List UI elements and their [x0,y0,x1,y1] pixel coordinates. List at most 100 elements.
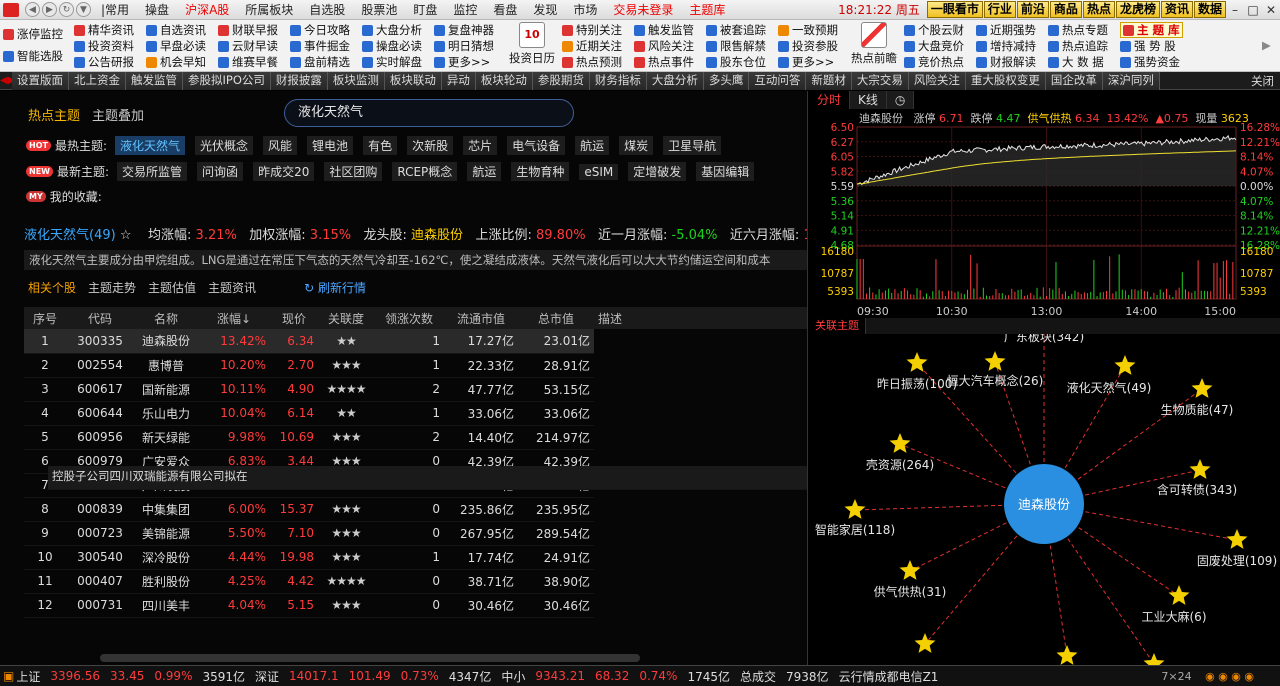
toolbar-item[interactable]: 近期强势 [976,22,1036,38]
top-button-overview[interactable]: 一眼看市 [926,1,983,18]
close-icon[interactable]: ✕ [1262,3,1280,17]
column-header[interactable]: 流通市值 [444,307,518,329]
tab-item[interactable]: 财务指标 [589,71,647,90]
subtab-theme-trend[interactable]: 主题走势 [88,279,136,296]
server-name[interactable]: 云行情成都电信Z1 [839,668,939,685]
top-button-frontier[interactable]: 前沿 [1016,1,1049,18]
tab-intraday[interactable]: 分时 [809,91,851,109]
back-icon[interactable]: ◀ [25,2,40,17]
tab-item[interactable]: 触发监管 [126,71,183,90]
new-tag[interactable]: 问询函 [197,162,244,181]
column-header[interactable]: 领涨次数 [374,307,444,329]
refresh-quote-button[interactable]: ↻ 刷新行情 [304,279,366,296]
toolbar-item[interactable]: 被套追踪 [706,22,766,38]
toolbar-item[interactable]: 限售解禁 [706,38,766,54]
related-theme-node[interactable]: 供气供热(31) [874,584,947,599]
new-tag[interactable]: eSIM [579,163,619,180]
column-header[interactable]: 序号 [24,307,66,329]
star-icon[interactable] [899,560,921,580]
toolbar-item[interactable]: 大盘分析 [362,22,422,38]
zx-index[interactable]: 9343.21 [535,669,585,683]
sh-index[interactable]: 3396.56 [50,669,100,683]
tab-item[interactable]: 板块轮动 [475,71,533,90]
toolbar-item[interactable]: 一致预期 [778,22,838,38]
related-theme-node[interactable]: 固废处理(109) [1197,553,1277,568]
toolbar-item[interactable]: 更多>> [778,54,838,70]
tab-scroll-left-icon[interactable]: ◀▶ [0,75,15,86]
table-row[interactable]: 12 000731 四川美丰 4.04% 5.15 ★★★ 0 30.46亿 30.46亿 控股子… [24,466,807,618]
related-theme-node[interactable]: 昨日振荡(100) [877,377,957,391]
forward-icon[interactable]: ▶ [42,2,57,17]
star-icon[interactable] [1226,529,1248,549]
toolbar-item[interactable]: 操盘必读 [362,38,422,54]
star-icon[interactable] [889,433,911,453]
toolbar-item[interactable]: 机会早知 [146,54,206,70]
toolbar-item[interactable]: 个股云财 [904,22,964,38]
new-tag[interactable]: 生物育种 [511,162,570,181]
tab-item[interactable]: 板块联动 [384,71,442,90]
hot-tag[interactable]: 卫星导航 [663,136,722,155]
top-button-commodity[interactable]: 商品 [1049,1,1082,18]
related-theme-node[interactable]: 恒大汽车概念(26) [947,373,1044,388]
menu-market[interactable]: 市场 [565,0,605,20]
menu-view[interactable]: 看盘 [485,0,525,20]
tab-item[interactable]: 新题材 [806,71,852,90]
top-button-industry[interactable]: 行业 [983,1,1016,18]
menu-watchlist[interactable]: 自选股 [301,0,353,20]
toolbar-scroll-right-icon[interactable]: ▶ [1262,38,1271,52]
menu-a-shares[interactable]: 沪深A股 [177,0,237,20]
toolbar-item[interactable]: 风险关注 [634,38,694,54]
toolbar-item[interactable]: 实时解盘 [362,54,422,70]
hot-tag[interactable]: 航运 [575,136,610,155]
toolbar-item[interactable]: 热点预测 [562,54,622,70]
menu-trade[interactable]: 操盘 [137,0,177,20]
related-theme-node[interactable]: 含可转债(343) [1157,482,1237,497]
menu-common[interactable]: |常用 [93,0,137,20]
toolbar-item[interactable]: 股东仓位 [706,54,766,70]
subtab-theme-valuation[interactable]: 主题估值 [148,279,196,296]
table-row[interactable]: 2002554惠博普10.20%2.70★★★122.33亿28.91亿一流的油… [24,353,807,490]
login-status[interactable]: 交易未登录 [605,0,681,20]
tab-item[interactable]: 互动问答 [749,71,807,90]
table-row[interactable]: 10300540深冷股份4.44%19.98★★★117.74亿24.91亿公司… [24,466,807,570]
tab-item[interactable]: 重大股权变更 [965,71,1046,90]
table-row[interactable]: 5600956新天绿能9.98%10.69★★★214.40亿214.97亿公司… [24,425,807,490]
tab-item[interactable]: 设置版面 [12,71,69,90]
menu-sector[interactable]: 所属板块 [237,0,301,20]
new-tag[interactable]: 昨成交20 [253,162,315,181]
table-row[interactable]: 9000723美锦能源5.50%7.10★★★0267.95亿289.54亿焦炉… [24,466,807,546]
top-button-dragon[interactable]: 龙虎榜 [1115,1,1160,18]
hot-tag[interactable]: 锂电池 [307,136,354,155]
subtab-related-stocks[interactable]: 相关个股 [28,279,76,296]
star-icon[interactable] [906,352,928,372]
menu-monitor[interactable]: 监控 [445,0,485,20]
hot-tag[interactable]: 次新股 [407,136,454,155]
tab-item[interactable]: 异动 [441,71,476,90]
toolbar-item[interactable]: 复盘神器 [434,22,494,38]
tab-item[interactable]: 大宗交易 [851,71,909,90]
toolbar-item[interactable]: 热点事件 [634,54,694,70]
toolbar-item[interactable]: 云财早读 [218,38,278,54]
favorite-star-icon[interactable]: ☆ [120,228,132,243]
subtab-theme-news[interactable]: 主题资讯 [208,279,256,296]
related-theme-node[interactable]: 液化天然气(49) [1067,380,1152,395]
toolbar-item[interactable]: 特别关注 [562,22,622,38]
toolbar-item[interactable]: 自选资讯 [146,22,206,38]
tab-item[interactable]: 财报披露 [270,71,328,90]
toolbar-item[interactable]: 增持减持 [976,38,1036,54]
toolbar-item[interactable]: 大 数 据 [1048,54,1108,70]
status-tray-icons[interactable]: ◉ ◉ ◉ ◉ [1205,670,1254,683]
star-icon[interactable] [1114,355,1136,375]
related-theme-node[interactable]: 工业大麻(6) [1142,609,1207,624]
tab-item[interactable]: 国企改革 [1045,71,1103,90]
related-theme-node[interactable]: 智能家居(118) [815,522,895,537]
sz-index[interactable]: 14017.1 [289,669,339,683]
theme-search-input[interactable]: 液化天然气 [284,99,574,127]
minimize-icon[interactable]: – [1226,3,1244,17]
top-button-news[interactable]: 资讯 [1160,1,1193,18]
star-icon[interactable] [1189,459,1211,479]
tab-item[interactable]: 参股拟IPO公司 [183,71,271,90]
tab-item[interactable]: 大盘分析 [646,71,704,90]
toolbar-item[interactable]: 今日攻略 [290,22,350,38]
table-row[interactable]: 4600644乐山电力10.04%6.14★★133.06亿33.06亿旗下拥有… [24,401,807,490]
